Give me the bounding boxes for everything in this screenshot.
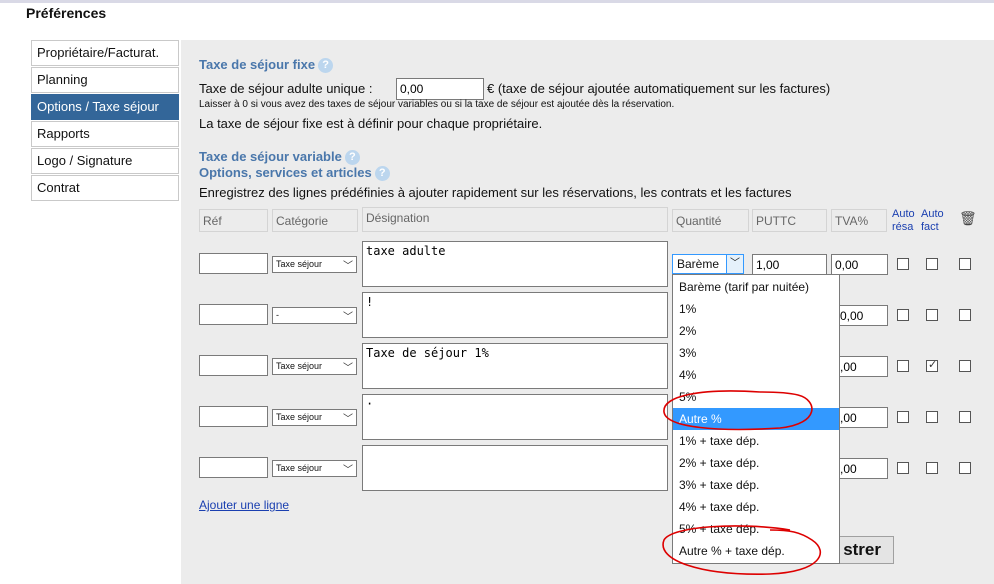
annotation-overlay	[662, 390, 822, 575]
annotation-circle-autre	[663, 390, 813, 431]
annotation-circle-autre-taxe	[662, 525, 822, 575]
